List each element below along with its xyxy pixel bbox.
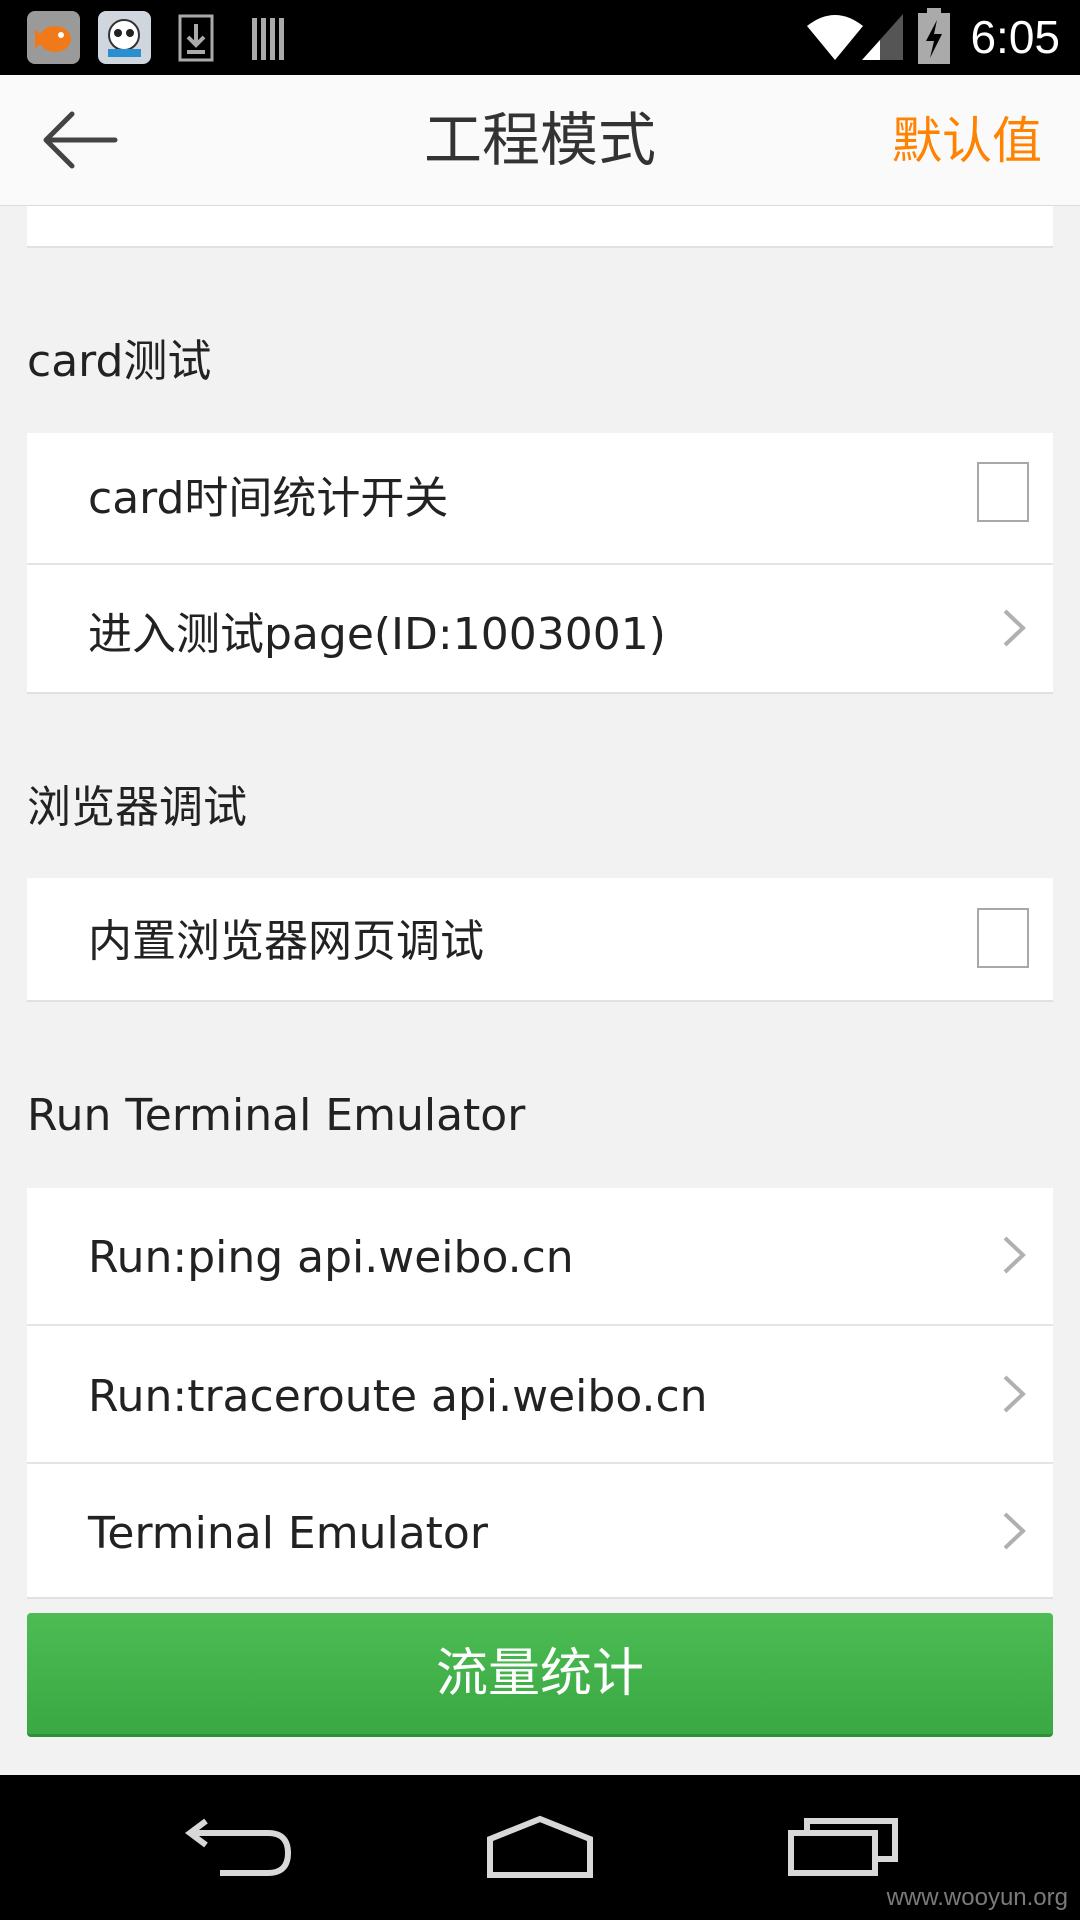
previous-section-card <box>27 206 1053 248</box>
list-item-card-timing-toggle[interactable]: card时间统计开关 <box>27 433 1053 563</box>
section-title-browser: 浏览器调试 <box>27 782 247 833</box>
reset-defaults-button[interactable]: 默认值 <box>892 108 1042 174</box>
app-panda-icon <box>98 11 151 64</box>
section-title-terminal: Run Terminal Emulator <box>27 1090 526 1141</box>
download-icon <box>178 14 214 62</box>
signal-icon <box>860 12 905 62</box>
clock: 6:05 <box>970 11 1060 63</box>
battery-charging-icon <box>918 8 950 64</box>
nav-recents-button[interactable] <box>785 1813 905 1883</box>
app-fish-icon <box>27 11 80 64</box>
list-item-enter-test-page[interactable]: 进入测试page(ID:1003001) <box>27 565 1053 692</box>
wifi-icon <box>805 12 865 62</box>
chevron-right-icon <box>1003 1512 1026 1550</box>
nav-back-icon <box>185 1818 292 1876</box>
list-item-label: card时间统计开关 <box>88 473 449 524</box>
system-nav-bar: www.wooyun.org <box>0 1775 1080 1920</box>
barcode-icon <box>250 14 290 62</box>
browser-debug-group: 内置浏览器网页调试 <box>27 878 1053 1002</box>
list-item-run-traceroute[interactable]: Run:traceroute api.weibo.cn <box>27 1326 1053 1462</box>
traffic-stats-button[interactable]: 流量统计 <box>27 1613 1053 1737</box>
webview-debug-checkbox[interactable] <box>977 908 1029 968</box>
list-item-run-ping[interactable]: Run:ping api.weibo.cn <box>27 1188 1053 1324</box>
card-timing-checkbox[interactable] <box>977 462 1029 522</box>
list-item-label: 进入测试page(ID:1003001) <box>88 609 666 660</box>
list-item-label: Run:traceroute api.weibo.cn <box>88 1371 708 1422</box>
list-item-terminal-emulator[interactable]: Terminal Emulator <box>27 1464 1053 1597</box>
card-test-group: card时间统计开关 进入测试page(ID:1003001) <box>27 433 1053 694</box>
nav-recents-icon <box>788 1818 898 1876</box>
nav-home-button[interactable] <box>480 1813 600 1883</box>
app-bar: 工程模式 默认值 <box>0 75 1080 206</box>
status-bar: 6:05 <box>0 0 1080 75</box>
nav-back-button[interactable] <box>180 1815 300 1885</box>
traffic-stats-label: 流量统计 <box>435 1644 644 1704</box>
list-item-label: Terminal Emulator <box>88 1508 488 1559</box>
list-item-webview-debug[interactable]: 内置浏览器网页调试 <box>27 878 1053 1000</box>
terminal-group: Run:ping api.weibo.cn Run:traceroute api… <box>27 1188 1053 1599</box>
chevron-right-icon <box>1003 1375 1026 1413</box>
bottom-partial-card <box>27 1744 1053 1775</box>
list-item-label: 内置浏览器网页调试 <box>88 916 484 967</box>
chevron-right-icon <box>1003 1236 1026 1274</box>
watermark: www.wooyun.org <box>886 1884 1068 1911</box>
chevron-right-icon <box>1003 609 1026 647</box>
list-item-label: Run:ping api.weibo.cn <box>88 1232 574 1283</box>
section-title-card: card测试 <box>27 336 212 387</box>
nav-home-icon <box>487 1815 593 1878</box>
